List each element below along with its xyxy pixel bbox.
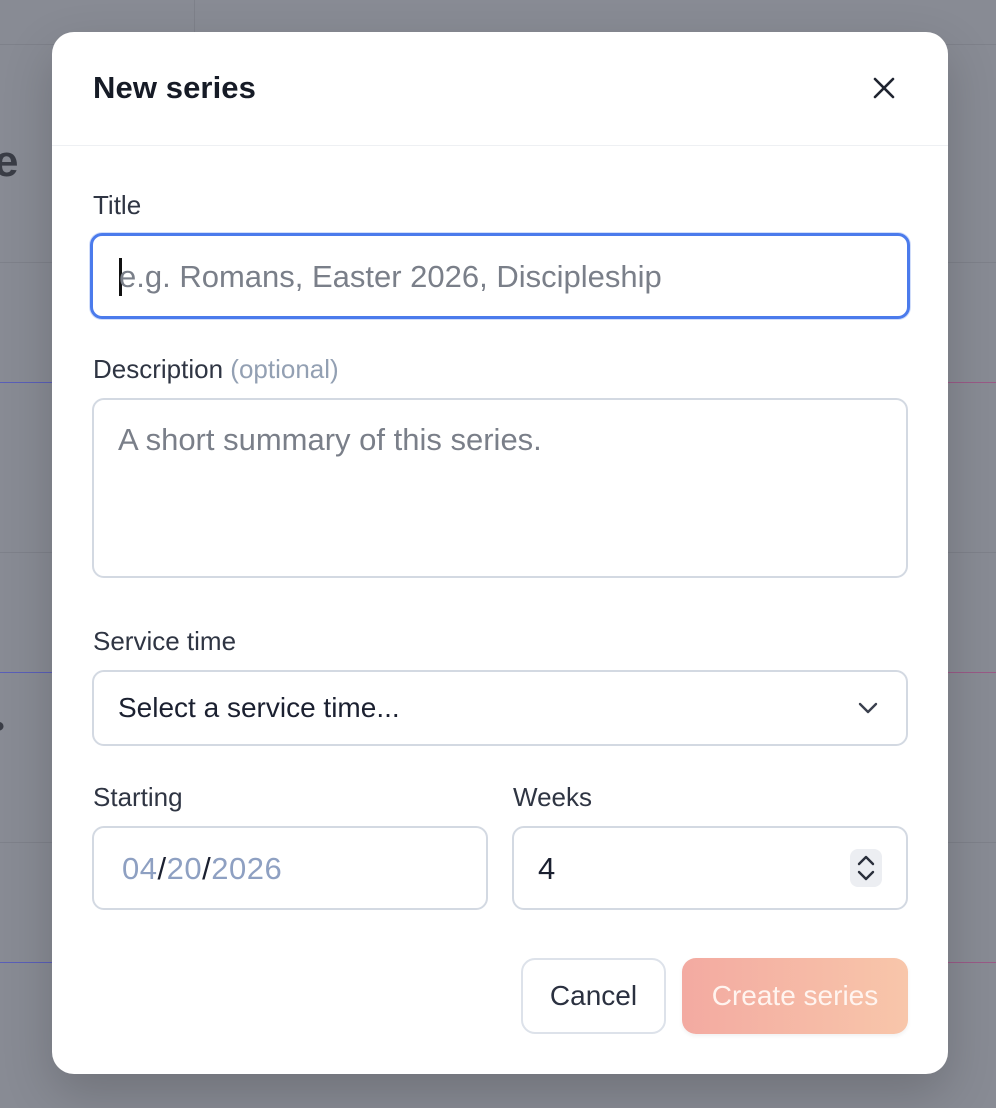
stepper-icon[interactable]: [850, 849, 882, 887]
description-label: Description (optional): [93, 354, 339, 385]
description-textarea[interactable]: A short summary of this series.: [92, 398, 908, 578]
new-series-dialog: New series Title e.g. Romans, Easter 202…: [52, 32, 948, 1074]
background-accent-line: [0, 962, 60, 963]
description-placeholder: A short summary of this series.: [118, 422, 542, 457]
service-time-selected-value: Select a service time...: [118, 692, 400, 723]
date-day[interactable]: 20: [167, 851, 202, 886]
close-button[interactable]: [866, 70, 902, 106]
date-separator: /: [202, 851, 212, 886]
dialog-header: New series: [52, 32, 948, 146]
optional-hint: (optional): [230, 354, 339, 384]
dialog-title: New series: [93, 70, 256, 105]
weeks-label: Weeks: [513, 782, 592, 812]
date-year[interactable]: 2026: [211, 851, 282, 886]
starting-date-input[interactable]: 04/20/2026: [92, 826, 488, 910]
title-placeholder: e.g. Romans, Easter 2026, Discipleship: [119, 259, 662, 294]
background-text-fragment: e: [0, 137, 19, 186]
title-label: Title: [93, 190, 142, 220]
date-separator: /: [157, 851, 167, 886]
close-icon: [873, 77, 895, 99]
date-month[interactable]: 04: [122, 851, 157, 886]
chevron-down-icon: [858, 702, 878, 714]
background-accent-line: [0, 382, 60, 383]
title-input[interactable]: e.g. Romans, Easter 2026, Discipleship: [90, 233, 910, 319]
background-divider: [194, 0, 195, 32]
cancel-button[interactable]: Cancel: [521, 958, 666, 1034]
stepper-arrows: [857, 855, 875, 881]
starting-label: Starting: [93, 782, 183, 812]
weeks-value: 4: [538, 851, 556, 886]
service-time-label: Service time: [93, 626, 237, 656]
description-label-text: Description: [93, 354, 224, 384]
weeks-number-input[interactable]: 4: [512, 826, 908, 910]
service-time-select[interactable]: Select a service time...: [92, 670, 908, 746]
background-accent-line: [946, 672, 996, 673]
background-accent-line: [946, 962, 996, 963]
background-accent-line: [946, 382, 996, 383]
create-series-button[interactable]: Create series: [682, 958, 908, 1034]
background-accent-line: [0, 672, 60, 673]
background-text-fragment: •: [0, 712, 5, 742]
date-value: 04/20/2026: [122, 851, 282, 887]
